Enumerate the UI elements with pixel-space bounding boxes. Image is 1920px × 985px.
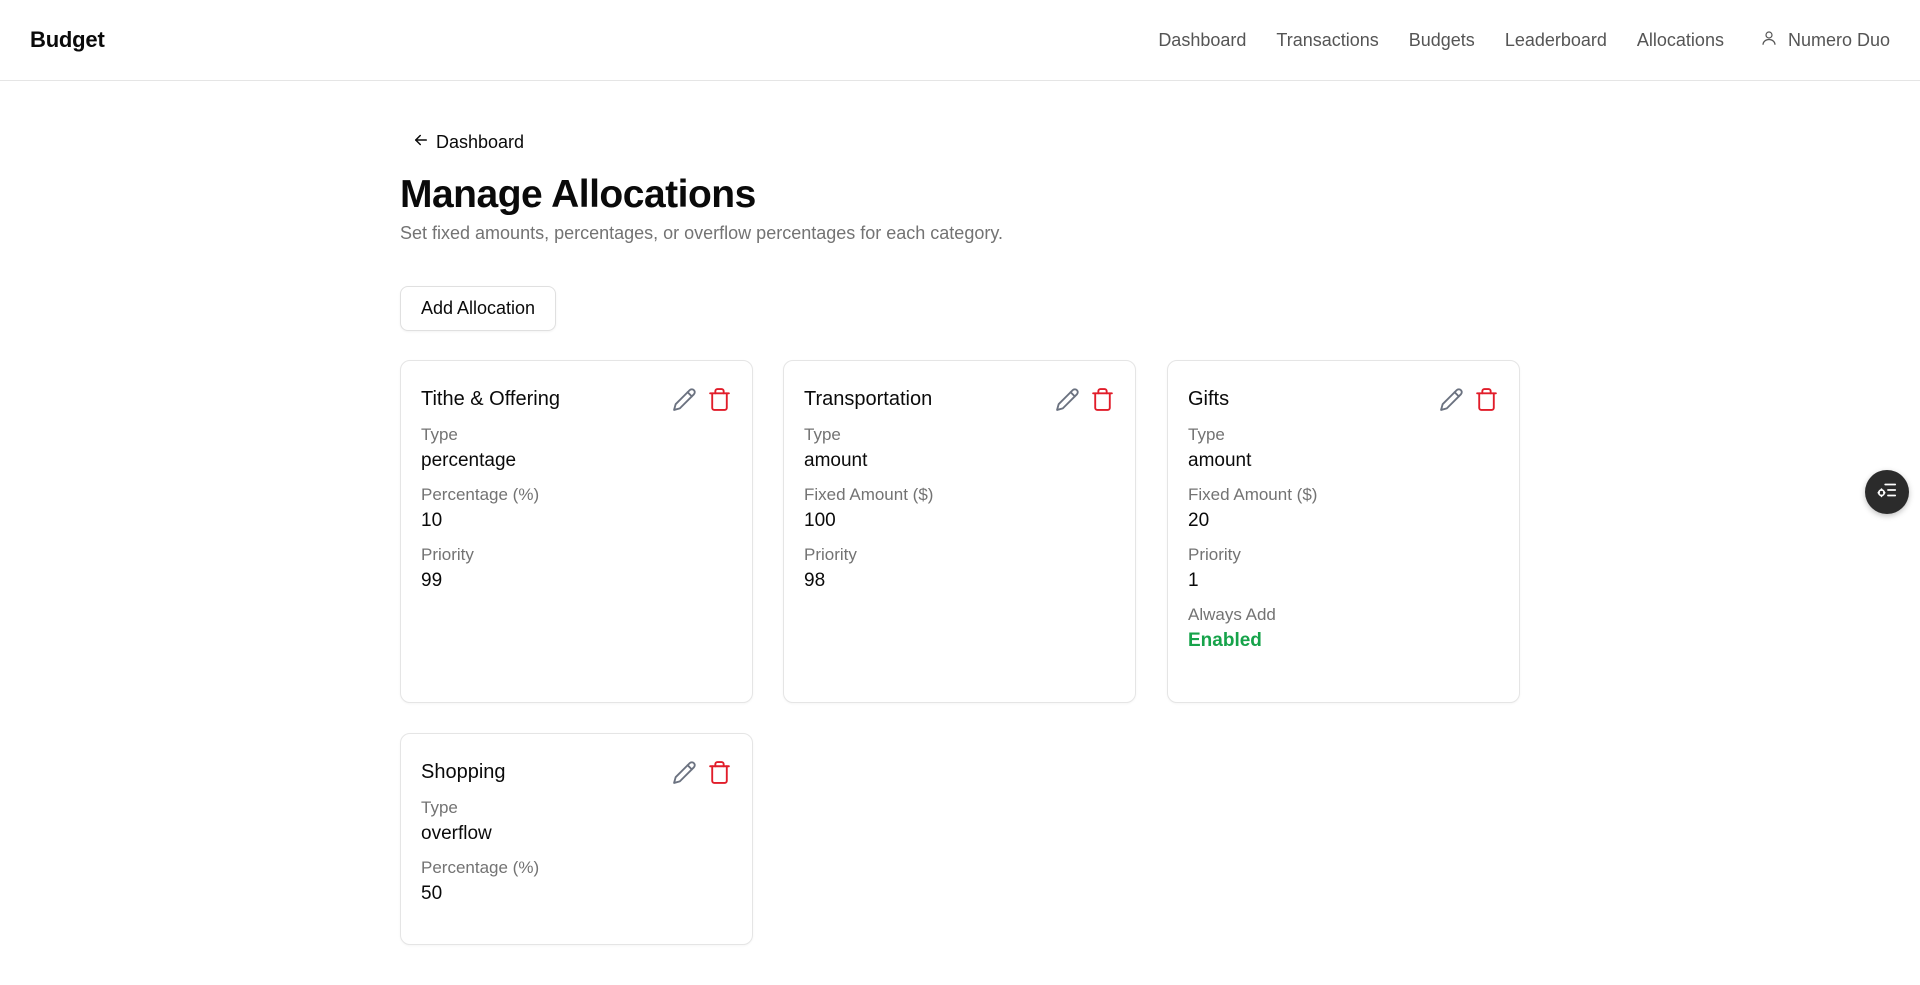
arrow-left-icon bbox=[412, 131, 430, 154]
pencil-icon[interactable] bbox=[1055, 387, 1080, 412]
field-value: amount bbox=[804, 450, 868, 471]
trash-icon[interactable] bbox=[707, 387, 732, 412]
field-label: Type bbox=[421, 425, 458, 444]
nav-budgets[interactable]: Budgets bbox=[1409, 30, 1475, 51]
allocation-card: Gifts Type amount Fixed Amount ($) 20 Prio… bbox=[1167, 360, 1520, 703]
nav-allocations[interactable]: Allocations bbox=[1637, 30, 1724, 51]
page-title: Manage Allocations bbox=[400, 173, 756, 216]
field-value: 100 bbox=[804, 510, 836, 531]
card-title: Shopping bbox=[421, 760, 506, 783]
allocation-card: Tithe & Offering Type percentage Percenta… bbox=[400, 360, 753, 703]
user-name: Numero Duo bbox=[1787, 29, 1890, 50]
field-label: Type bbox=[804, 425, 841, 444]
field-label: Priority bbox=[421, 545, 474, 564]
field-value: 50 bbox=[421, 883, 443, 904]
always-add-status: Enabled bbox=[1188, 630, 1262, 651]
nav-leaderboard[interactable]: Leaderboard bbox=[1505, 30, 1607, 51]
card-title: Transportation bbox=[804, 387, 933, 410]
allocation-card: Transportation Type amount Fixed Amount (… bbox=[783, 360, 1136, 703]
card-title: Gifts bbox=[1188, 387, 1230, 410]
pencil-icon[interactable] bbox=[672, 760, 697, 785]
allocation-card: Shopping Type overflow Percentage (%) 50 bbox=[400, 733, 753, 945]
main-nav: Dashboard Transactions Budgets Leaderboa… bbox=[1158, 29, 1890, 52]
field-value: percentage bbox=[421, 450, 517, 471]
floating-action-button[interactable] bbox=[1865, 470, 1909, 514]
top-navigation: Budget Dashboard Transactions Budgets Le… bbox=[0, 0, 1920, 81]
field-label: Percentage (%) bbox=[421, 485, 540, 504]
card-title: Tithe & Offering bbox=[421, 387, 560, 410]
trash-icon[interactable] bbox=[707, 760, 732, 785]
page-subtitle: Set fixed amounts, percentages, or overf… bbox=[400, 223, 1003, 243]
field-label: Fixed Amount ($) bbox=[804, 485, 934, 504]
nav-transactions[interactable]: Transactions bbox=[1276, 30, 1378, 51]
list-settings-icon bbox=[1876, 479, 1898, 506]
field-label: Always Add bbox=[1188, 605, 1276, 624]
field-label: Fixed Amount ($) bbox=[1188, 485, 1318, 504]
field-value: 98 bbox=[804, 570, 826, 591]
pencil-icon[interactable] bbox=[1439, 387, 1464, 412]
trash-icon[interactable] bbox=[1474, 387, 1499, 412]
back-link-label: Dashboard bbox=[436, 132, 525, 152]
field-label: Priority bbox=[1188, 545, 1241, 564]
field-value: 10 bbox=[421, 510, 443, 531]
field-value: 1 bbox=[1188, 570, 1199, 591]
user-menu[interactable]: Numero Duo bbox=[1760, 29, 1890, 52]
field-label: Type bbox=[1188, 425, 1225, 444]
field-value: overflow bbox=[421, 823, 492, 844]
field-value: 99 bbox=[421, 570, 443, 591]
add-allocation-button[interactable]: Add Allocation bbox=[400, 286, 556, 331]
trash-icon[interactable] bbox=[1090, 387, 1115, 412]
field-value: 20 bbox=[1188, 510, 1210, 531]
field-label: Percentage (%) bbox=[421, 858, 540, 877]
brand-logo[interactable]: Budget bbox=[30, 27, 105, 53]
back-link[interactable]: Dashboard bbox=[412, 131, 524, 154]
user-icon bbox=[1760, 29, 1778, 52]
nav-dashboard[interactable]: Dashboard bbox=[1158, 30, 1246, 51]
field-value: amount bbox=[1188, 450, 1252, 471]
pencil-icon[interactable] bbox=[672, 387, 697, 412]
field-label: Type bbox=[421, 798, 458, 817]
field-label: Priority bbox=[804, 545, 857, 564]
